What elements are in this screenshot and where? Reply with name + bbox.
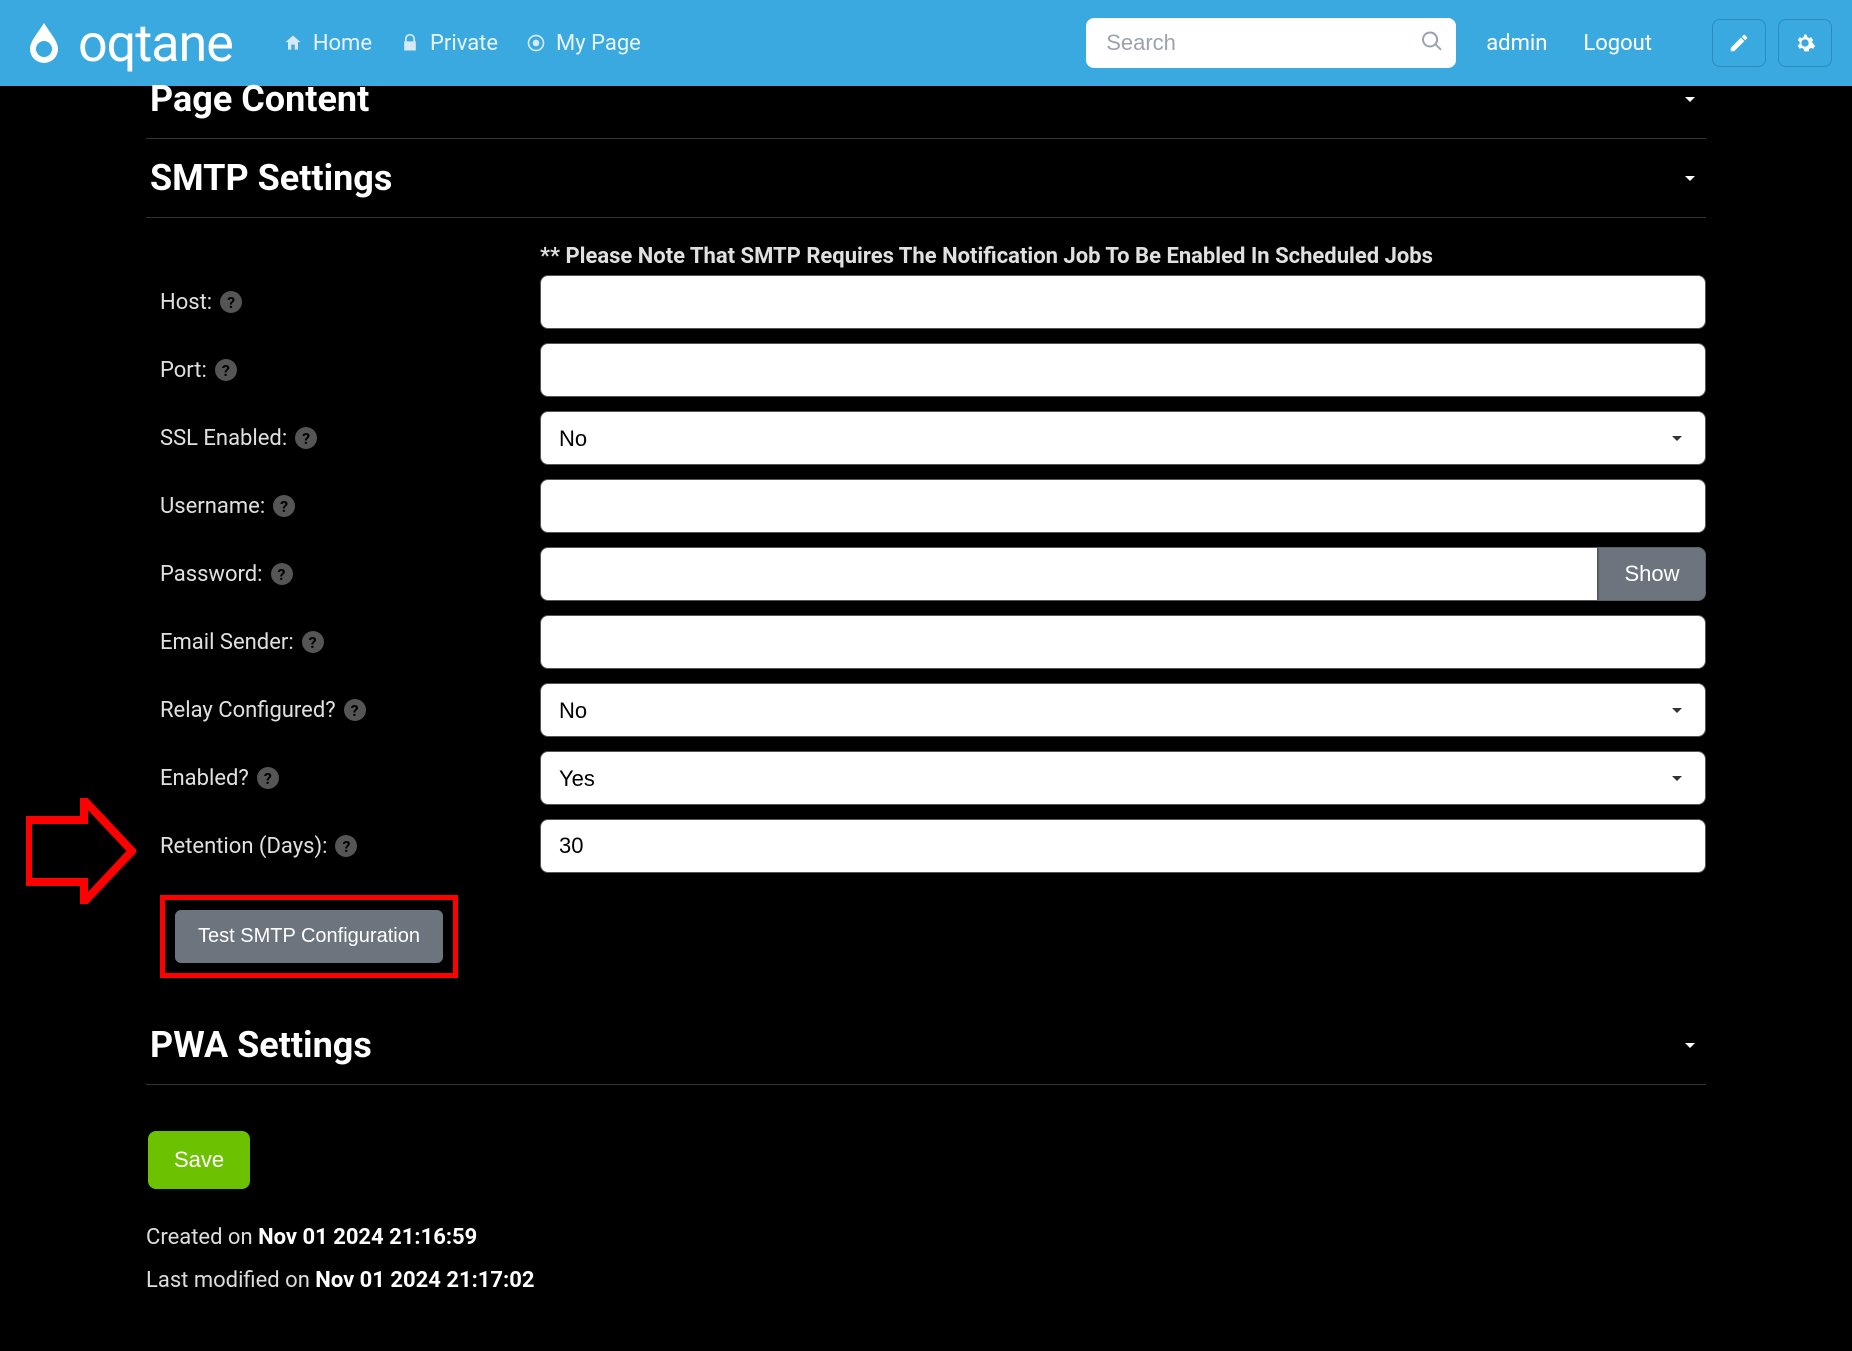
- port-input[interactable]: [540, 343, 1706, 397]
- header-links: admin Logout: [1486, 19, 1832, 67]
- email-sender-input[interactable]: [540, 615, 1706, 669]
- last-modified-on: Last modified on Nov 01 2024 21:17:02: [146, 1268, 1706, 1293]
- help-icon[interactable]: ?: [220, 291, 242, 313]
- password-input[interactable]: [540, 547, 1598, 601]
- port-label: Port: ?: [146, 358, 540, 383]
- lock-icon: [400, 33, 420, 53]
- pwa-title: PWA Settings: [150, 1024, 372, 1066]
- ssl-enabled-label: SSL Enabled: ?: [146, 426, 540, 451]
- test-smtp-button[interactable]: Test SMTP Configuration: [175, 910, 443, 963]
- enabled-label: Enabled? ?: [146, 766, 540, 791]
- main-nav: Home Private My Page: [283, 31, 641, 56]
- nav-label: My Page: [556, 31, 641, 56]
- chevron-down-icon: [1678, 166, 1702, 190]
- settings-button[interactable]: [1778, 19, 1832, 67]
- nav-label: Home: [313, 31, 372, 56]
- nav-mypage[interactable]: My Page: [526, 31, 641, 56]
- top-header: oqtane Home Private My Page admin Logout: [0, 0, 1852, 86]
- smtp-note: ** Please Note That SMTP Requires The No…: [540, 244, 1706, 269]
- record-meta: Created on Nov 01 2024 21:16:59 Last mod…: [146, 1225, 1706, 1293]
- pwa-section-header[interactable]: PWA Settings: [146, 1006, 1706, 1085]
- help-icon[interactable]: ?: [335, 835, 357, 857]
- host-label: Host: ?: [146, 290, 540, 315]
- nav-private[interactable]: Private: [400, 31, 498, 56]
- ssl-enabled-select[interactable]: No: [540, 411, 1706, 465]
- logo-text: oqtane: [78, 13, 233, 74]
- retention-label: Retention (Days): ?: [146, 834, 540, 859]
- smtp-section-header[interactable]: SMTP Settings: [146, 139, 1706, 218]
- save-button[interactable]: Save: [148, 1131, 250, 1189]
- page-content-title: Page Content: [150, 78, 369, 120]
- smtp-form: Host: ? Port: ? SSL Enabled: ? No Userna…: [146, 275, 1706, 978]
- search-button[interactable]: [1420, 30, 1444, 57]
- annotation-arrow: [26, 798, 136, 904]
- chevron-down-icon: [1678, 1033, 1702, 1057]
- email-sender-label: Email Sender: ?: [146, 630, 540, 655]
- user-link[interactable]: admin: [1486, 31, 1547, 56]
- edit-button[interactable]: [1712, 19, 1766, 67]
- username-input[interactable]: [540, 479, 1706, 533]
- help-icon[interactable]: ?: [271, 563, 293, 585]
- password-label: Password: ?: [146, 562, 540, 587]
- relay-configured-label: Relay Configured? ?: [146, 698, 540, 723]
- help-icon[interactable]: ?: [302, 631, 324, 653]
- show-password-button[interactable]: Show: [1598, 547, 1706, 601]
- logo[interactable]: oqtane: [20, 13, 233, 74]
- gear-icon: [1794, 32, 1816, 54]
- username-label: Username: ?: [146, 494, 540, 519]
- help-icon[interactable]: ?: [215, 359, 237, 381]
- annotation-highlight-box: Test SMTP Configuration: [160, 895, 458, 978]
- search-wrap: [1086, 18, 1456, 68]
- nav-label: Private: [430, 31, 498, 56]
- search-input[interactable]: [1086, 18, 1456, 68]
- droplet-icon: [20, 19, 68, 67]
- host-input[interactable]: [540, 275, 1706, 329]
- smtp-title: SMTP Settings: [150, 157, 392, 199]
- help-icon[interactable]: ?: [344, 699, 366, 721]
- relay-configured-select[interactable]: No: [540, 683, 1706, 737]
- nav-home[interactable]: Home: [283, 31, 372, 56]
- logout-link[interactable]: Logout: [1583, 31, 1652, 56]
- home-icon: [283, 33, 303, 53]
- target-icon: [526, 33, 546, 53]
- chevron-down-icon: [1678, 87, 1702, 111]
- retention-input[interactable]: [540, 819, 1706, 873]
- help-icon[interactable]: ?: [257, 767, 279, 789]
- help-icon[interactable]: ?: [273, 495, 295, 517]
- search-icon: [1420, 30, 1444, 54]
- enabled-select[interactable]: Yes: [540, 751, 1706, 805]
- pencil-icon: [1728, 32, 1750, 54]
- created-on: Created on Nov 01 2024 21:16:59: [146, 1225, 1706, 1250]
- help-icon[interactable]: ?: [295, 427, 317, 449]
- page-content-section-header[interactable]: Page Content: [146, 78, 1706, 139]
